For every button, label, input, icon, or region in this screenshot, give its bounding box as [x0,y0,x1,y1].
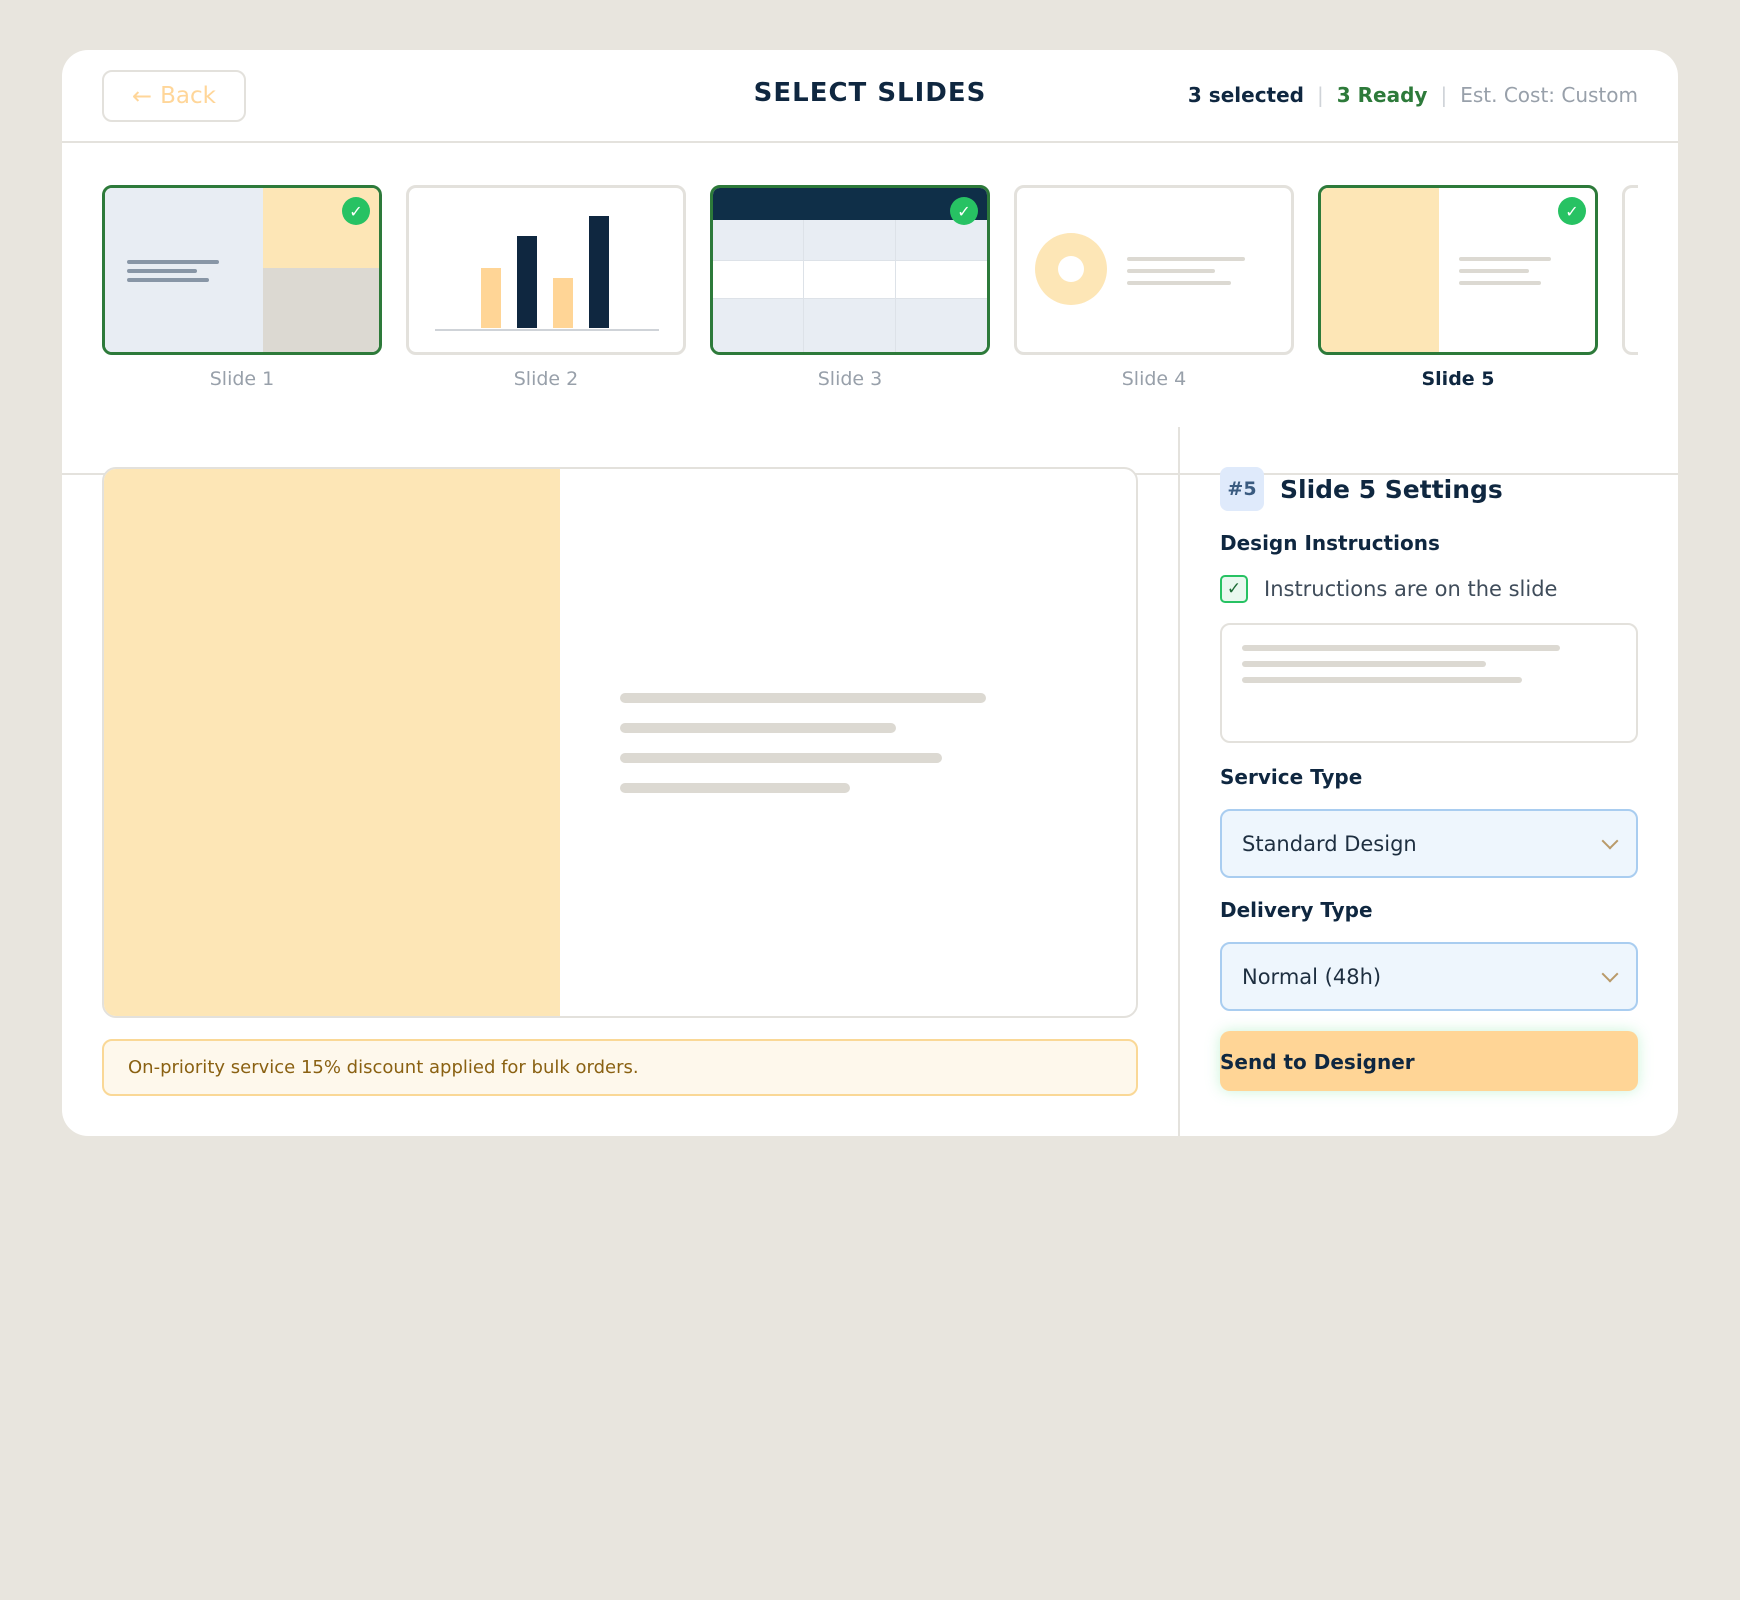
checkmark-icon: ✓ [1226,579,1242,599]
check-circle-icon: ✓ [950,197,978,225]
slide-preview-color-block [104,469,560,1016]
slide-number-badge: #5 [1220,467,1264,511]
estimated-cost: Est. Cost: Custom [1460,83,1638,107]
slide-preview [102,467,1138,1018]
slide-thumbnail-list: ✓ Slide 1 Slide 2 ✓ Slide 3 Slide 4 ✓ Sl… [102,185,1638,405]
settings-header: #5 Slide 5 Settings [1220,467,1638,511]
service-type-value: Standard Design [1242,831,1417,856]
slide-thumbnail-2[interactable]: Slide 2 [406,185,686,390]
panel-divider [1178,427,1180,1136]
slide-thumbnail-label: Slide 3 [817,368,883,390]
slide-thumbnail-strip: ✓ Slide 1 Slide 2 ✓ Slide 3 Slide 4 ✓ Sl… [62,145,1678,475]
slide-thumbnail-partial[interactable] [1622,185,1638,355]
slide-thumbnail-3[interactable]: ✓ Slide 3 [710,185,990,390]
slide-selection-card: ← Back SELECT SLIDES 3 selected | 3 Read… [62,50,1678,1136]
slide-thumbnail-image[interactable]: ✓ [710,185,990,355]
instructions-on-slide-checkbox[interactable]: ✓ [1220,575,1248,603]
slide-thumbnail-5[interactable]: ✓ Slide 5 [1318,185,1598,390]
slide-thumbnail-image[interactable] [1014,185,1294,355]
slide-thumbnail-image[interactable] [1622,185,1638,355]
chevron-down-icon [1601,965,1619,983]
service-type-select[interactable]: Standard Design [1220,809,1638,878]
slide-settings-panel: #5 Slide 5 Settings Design Instructions … [1220,467,1638,1091]
slide-thumbnail-label: Slide 2 [513,368,579,390]
status-separator: | [1317,83,1324,107]
header-bar: ← Back SELECT SLIDES 3 selected | 3 Read… [62,50,1678,143]
ready-count: 3 Ready [1336,83,1428,107]
selected-count: 3 selected [1187,83,1304,107]
slide-thumbnail-image[interactable]: ✓ [102,185,382,355]
design-instructions-label: Design Instructions [1220,531,1440,555]
service-type-label: Service Type [1220,765,1363,789]
check-circle-icon: ✓ [342,197,370,225]
check-circle-icon: ✓ [1558,197,1586,225]
delivery-type-select[interactable]: Normal (48h) [1220,942,1638,1011]
delivery-type-label: Delivery Type [1220,898,1373,922]
slide-thumbnail-label: Slide 4 [1121,368,1187,390]
send-to-designer-button[interactable]: Send to Designer [1220,1031,1638,1091]
slide-thumbnail-label: Slide 5 [1421,368,1495,390]
discount-notice: On-priority service 15% discount applied… [102,1039,1138,1096]
settings-title: Slide 5 Settings [1280,474,1503,504]
status-separator: | [1440,83,1448,107]
slide-thumbnail-image[interactable] [406,185,686,355]
instructions-on-slide-label: Instructions are on the slide [1264,577,1558,601]
instructions-on-slide-option[interactable]: ✓ Instructions are on the slide [1220,575,1638,603]
slide-thumbnail-1[interactable]: ✓ Slide 1 [102,185,382,390]
slide-thumbnail-4[interactable]: Slide 4 [1014,185,1294,390]
chevron-down-icon [1601,832,1619,850]
slide-thumbnail-image[interactable]: ✓ [1318,185,1598,355]
delivery-type-value: Normal (48h) [1242,964,1382,989]
selection-status: 3 selected | 3 Ready | Est. Cost: Custom [1188,83,1638,107]
design-instructions-textarea[interactable] [1220,623,1638,743]
slide-thumbnail-label: Slide 1 [209,368,275,390]
